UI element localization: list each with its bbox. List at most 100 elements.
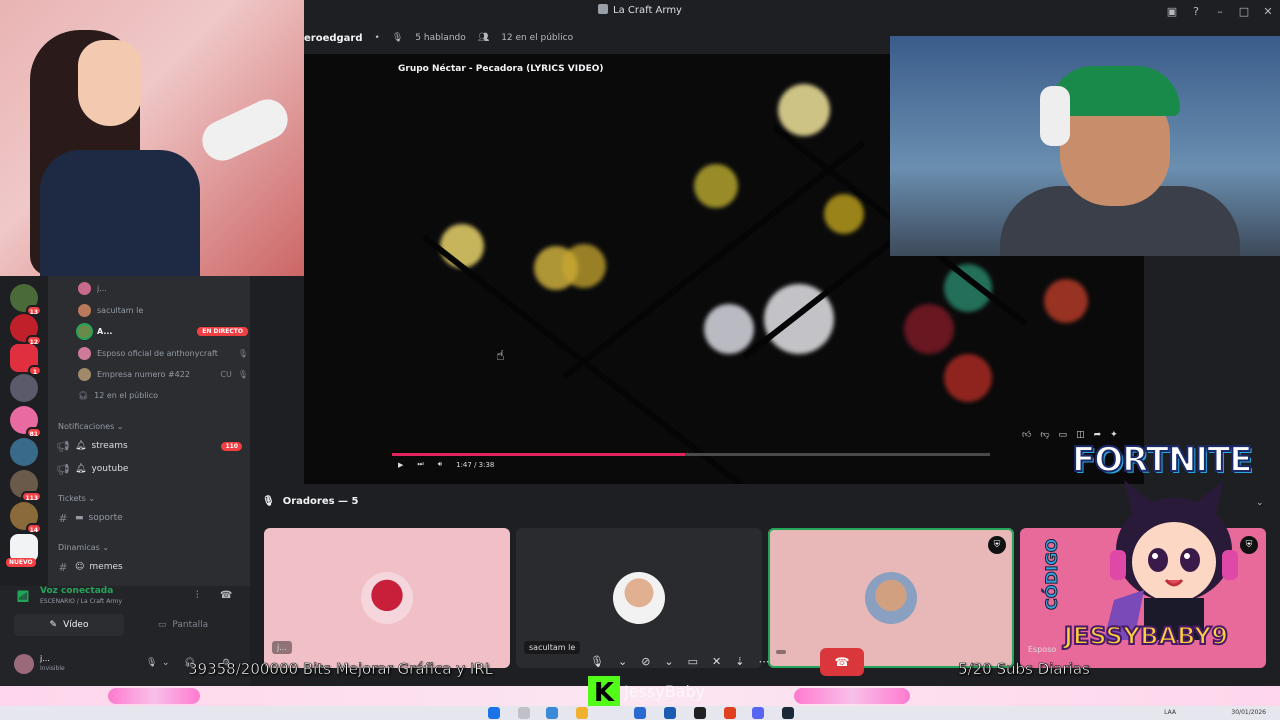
- chevron-down-icon[interactable]: ⌄: [664, 655, 673, 668]
- avatar: [78, 324, 91, 338]
- camera-icon: ✎: [49, 620, 58, 630]
- video-progress-bar[interactable]: [392, 453, 990, 456]
- chevron-down-icon[interactable]: ⌄: [618, 655, 627, 668]
- category-label: Dinamicas: [58, 543, 100, 552]
- server-icon[interactable]: [10, 374, 38, 402]
- shield-icon: ⛨: [988, 536, 1006, 554]
- mic-icon[interactable]: 🎙︎: [146, 658, 157, 668]
- channel-memes[interactable]: # ☺ memes: [56, 558, 242, 576]
- comment-icon[interactable]: ▭: [1059, 430, 1068, 440]
- emoji-icon: ☺: [75, 562, 85, 572]
- like-icon[interactable]: 👍︎: [1022, 430, 1031, 440]
- server-icon[interactable]: [10, 438, 38, 466]
- server-icon[interactable]: 1: [10, 344, 42, 376]
- server-badge: 1: [28, 365, 42, 376]
- member-name: Empresa numero #422: [97, 369, 190, 379]
- search-icon[interactable]: [518, 707, 530, 719]
- server-icon[interactable]: 14: [10, 502, 42, 534]
- folder-icon[interactable]: [576, 707, 588, 719]
- video-action-icons: 👍︎ 👎︎ ▭ ◫ ➦ ✦: [1022, 430, 1118, 440]
- volume-icon[interactable]: 🔊︎: [438, 460, 442, 469]
- voice-location[interactable]: ESCENARIO / La Craft Army: [40, 598, 122, 605]
- mic-muted-icon: 🎙︎: [237, 348, 248, 358]
- more-options-icon[interactable]: ⋯: [758, 655, 769, 668]
- member-row[interactable]: Empresa numero #422 CU 🎙︎: [78, 366, 248, 382]
- bokeh-light: [562, 244, 606, 288]
- bokeh-light: [904, 304, 954, 354]
- server-icon[interactable]: 12: [10, 314, 42, 346]
- play-icon[interactable]: ▶: [398, 461, 403, 469]
- chat-icon[interactable]: ◫: [1076, 430, 1085, 440]
- app-icon[interactable]: [664, 707, 676, 719]
- next-icon[interactable]: ⏭: [417, 460, 423, 469]
- channel-streams[interactable]: 📢︎ 🔔︎ streams 110: [56, 437, 242, 455]
- steam-icon[interactable]: [782, 707, 794, 719]
- minimize-button[interactable]: –: [1208, 5, 1232, 18]
- speaker-tile[interactable]: ⛨: [768, 528, 1014, 668]
- hand-cursor-icon: ☝: [496, 348, 505, 364]
- clock[interactable]: 30/01/2026: [1231, 709, 1266, 716]
- activity-off-icon[interactable]: ✕: [712, 655, 721, 668]
- screen-share-button[interactable]: ▭ Pantalla: [128, 614, 238, 636]
- bell-icon: 🔔︎: [75, 441, 87, 451]
- user-name: j...: [40, 654, 50, 663]
- server-icon[interactable]: 113: [10, 470, 42, 502]
- video-button[interactable]: ✎ Vídeo: [14, 614, 124, 636]
- help-icon[interactable]: ?: [1184, 5, 1208, 18]
- screen-button-label: Pantalla: [172, 620, 209, 630]
- voice-status[interactable]: Voz conectada: [40, 586, 113, 596]
- disconnect-icon[interactable]: ☎: [220, 590, 232, 601]
- maximize-button[interactable]: □: [1232, 5, 1256, 18]
- audience-row[interactable]: 🎧︎ 12 en el público: [78, 387, 248, 403]
- stage-channel-name: eroedgard: [304, 32, 363, 44]
- speaker-name: sacultam le: [524, 641, 581, 654]
- call-controls: 🎙︎ ⌄ ⊘ ⌄ ▭ ✕ ⇣ ⋯: [590, 650, 769, 672]
- channel-label: soporte: [88, 513, 123, 523]
- mic-icon: 🎙︎: [262, 496, 275, 507]
- speaker-tile[interactable]: j...: [264, 528, 510, 668]
- channel-soporte[interactable]: # ▬ soporte: [56, 509, 242, 527]
- server-badge: 14: [25, 523, 42, 534]
- browser-icon[interactable]: [546, 707, 558, 719]
- bokeh-light: [694, 164, 738, 208]
- chevron-down-icon[interactable]: ⌄: [162, 658, 170, 668]
- mic-icon[interactable]: 🎙︎: [590, 655, 604, 668]
- server-icon[interactable]: 13: [10, 284, 42, 316]
- member-row[interactable]: Esposo oficial de anthonycraft 🎙︎: [78, 345, 248, 361]
- language-indicator[interactable]: LAA: [1164, 709, 1176, 716]
- member-row[interactable]: j...: [78, 280, 248, 296]
- server-icon[interactable]: 81: [10, 406, 42, 438]
- avatar: [78, 303, 91, 317]
- category-notificaciones[interactable]: Notificaciones ⌄: [58, 422, 124, 431]
- screen-share-icon[interactable]: ▭: [688, 655, 698, 668]
- dislike-icon[interactable]: 👎︎: [1040, 430, 1049, 440]
- user-avatar[interactable]: [14, 654, 34, 674]
- member-name: j...: [97, 283, 107, 293]
- member-name: A...: [97, 326, 113, 336]
- decor-pill: [794, 688, 910, 704]
- new-badge: NUEVO: [6, 558, 36, 567]
- obs-icon[interactable]: [694, 707, 706, 719]
- channel-youtube[interactable]: 📢︎ 🔔︎ youtube: [56, 460, 242, 478]
- mail-icon[interactable]: [634, 707, 646, 719]
- category-dinamicas[interactable]: Dinamicas ⌄: [58, 543, 109, 552]
- category-tickets[interactable]: Tickets ⌄: [58, 494, 95, 503]
- close-button[interactable]: ✕: [1256, 5, 1280, 18]
- webcam-face: [78, 40, 142, 126]
- start-icon[interactable]: [488, 707, 500, 719]
- subs-goal-text: 5/20 Subs Diarias: [958, 660, 1090, 679]
- soundboard-icon[interactable]: ⫶: [196, 590, 199, 601]
- member-row[interactable]: sacultam le: [78, 302, 248, 318]
- decor-pill: [108, 688, 200, 704]
- member-row[interactable]: A... EN DIRECTO: [78, 323, 248, 339]
- move-to-audience-icon[interactable]: ⇣: [735, 655, 744, 668]
- live-badge: EN DIRECTO: [197, 326, 248, 336]
- speaker-tile[interactable]: sacultam le: [516, 528, 762, 668]
- discord-icon[interactable]: [752, 707, 764, 719]
- leave-call-button[interactable]: ☎: [820, 648, 864, 676]
- brave-icon[interactable]: [724, 707, 736, 719]
- inbox-icon[interactable]: ▣: [1160, 5, 1184, 18]
- share-icon[interactable]: ➦: [1094, 430, 1102, 440]
- camera-off-icon[interactable]: ⊘: [641, 655, 650, 668]
- more-icon[interactable]: ✦: [1110, 430, 1118, 440]
